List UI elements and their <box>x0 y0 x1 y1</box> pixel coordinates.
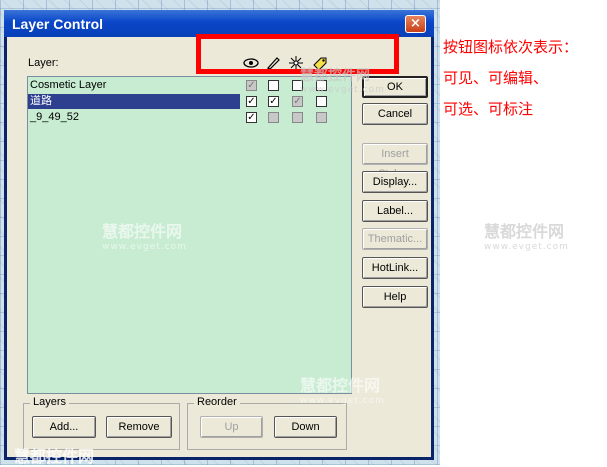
cancel-button[interactable]: Cancel <box>362 103 428 125</box>
insert-style-button[interactable]: Insert Style... <box>362 143 428 180</box>
visible-checkbox[interactable]: ✓ <box>246 80 257 91</box>
watermark-text: 慧都控件网 <box>300 376 381 395</box>
watermark-sub: www.evget.com <box>300 85 385 95</box>
watermark: 慧都控件网 www.evget.com <box>484 218 569 252</box>
layer-name: Cosmetic Layer <box>30 79 107 91</box>
watermark-sub: www.evget.com <box>102 242 187 252</box>
thematic-button[interactable]: Thematic... <box>362 228 428 250</box>
reorder-group-title: Reorder <box>194 396 240 408</box>
layer-list[interactable]: Cosmetic Layer ✓ 道路 ✓ ✓ ✓ _9_49_52 ✓ <box>27 76 352 394</box>
layer-name: 道路 <box>28 94 240 109</box>
labeled-checkbox[interactable] <box>316 112 327 123</box>
move-down-button[interactable]: Down <box>274 416 337 438</box>
layer-row[interactable]: _9_49_52 ✓ <box>28 110 351 125</box>
watermark-text: 慧都控件网 <box>300 68 370 84</box>
layer-name: _9_49_52 <box>30 111 79 123</box>
dialog-title: Layer Control <box>12 16 104 32</box>
annotation-line-1: 按钮图标依次表示： <box>443 38 579 56</box>
layer-row[interactable]: 道路 ✓ ✓ ✓ <box>28 94 351 109</box>
help-button[interactable]: Help <box>362 286 428 308</box>
title-bar[interactable]: Layer Control × <box>4 10 434 37</box>
editable-checkbox[interactable] <box>268 112 279 123</box>
display-button[interactable]: Display... <box>362 171 428 193</box>
visible-checkbox[interactable]: ✓ <box>246 96 257 107</box>
watermark-text: 慧都控件网 <box>14 447 95 466</box>
add-layer-button[interactable]: Add... <box>32 416 96 438</box>
selectable-checkbox[interactable] <box>292 112 303 123</box>
watermark: 慧都控件网 www.evget.com <box>300 65 385 95</box>
watermark-text: 慧都控件网 <box>484 222 565 241</box>
close-button[interactable]: × <box>405 15 426 33</box>
watermark-sub: www.evget.com <box>484 242 569 252</box>
remove-layer-button[interactable]: Remove <box>106 416 172 438</box>
watermark-sub: www.evget.com <box>300 396 385 406</box>
visible-checkbox[interactable]: ✓ <box>246 112 257 123</box>
selectable-checkbox[interactable]: ✓ <box>292 96 303 107</box>
move-up-button[interactable]: Up <box>200 416 263 438</box>
watermark-text: 慧都控件网 <box>102 222 183 241</box>
annotation-line-3: 可选、可标注 <box>443 100 534 118</box>
layer-list-label: Layer: <box>28 57 59 69</box>
editable-checkbox[interactable] <box>268 80 279 91</box>
label-button[interactable]: Label... <box>362 200 428 222</box>
watermark: 慧都控件网 www.evget.com <box>300 372 385 406</box>
reorder-group: Reorder Up Down <box>187 396 347 450</box>
labeled-checkbox[interactable] <box>316 96 327 107</box>
watermark: 慧都控件网 www.evget.com <box>102 218 187 252</box>
watermark: 慧都控件网 <box>14 443 94 467</box>
annotation-line-2: 可见、可编辑、 <box>443 69 549 87</box>
editable-checkbox[interactable]: ✓ <box>268 96 279 107</box>
hotlink-button[interactable]: HotLink... <box>362 257 428 279</box>
layers-group-title: Layers <box>30 396 70 408</box>
